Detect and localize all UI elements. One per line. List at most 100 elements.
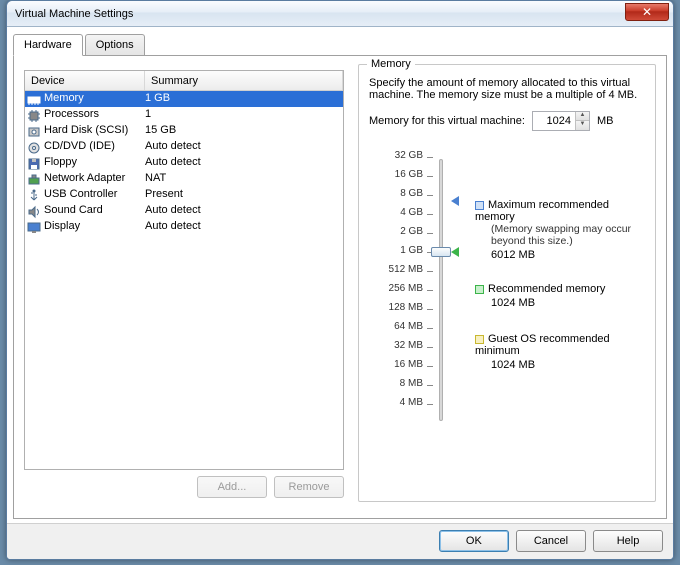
memory-input[interactable]: [533, 112, 573, 130]
remove-button[interactable]: Remove: [274, 476, 344, 498]
slider-tick-mark: [427, 328, 433, 329]
slider-tick-mark: [427, 385, 433, 386]
device-list[interactable]: Device Summary Memory1 GBProcessors1Hard…: [24, 70, 344, 470]
ok-button-label: OK: [466, 535, 482, 547]
add-button-label: Add...: [218, 481, 247, 493]
slider-tick-label: 16 GB: [369, 169, 423, 180]
cancel-button[interactable]: Cancel: [516, 530, 586, 552]
slider-tick-label: 2 GB: [369, 226, 423, 237]
device-button-row: Add... Remove: [24, 476, 344, 498]
memory-description: Specify the amount of memory allocated t…: [369, 77, 645, 101]
device-summary: 15 GB: [145, 123, 341, 139]
legend-max: Maximum recommended memory (Memory swapp…: [475, 199, 645, 261]
device-row[interactable]: Memory1 GB: [25, 91, 343, 107]
legend-rec-label: Recommended memory: [488, 283, 605, 295]
legend-guest-value: 1024 MB: [491, 359, 645, 371]
device-row[interactable]: FloppyAuto detect: [25, 155, 343, 171]
spinner-buttons: ▲ ▼: [575, 112, 589, 130]
legend-guest: Guest OS recommended minimum 1024 MB: [475, 333, 645, 371]
slider-tick-label: 32 MB: [369, 340, 423, 351]
tab-options[interactable]: Options: [85, 34, 145, 56]
slider-tick-mark: [427, 195, 433, 196]
spinner-down[interactable]: ▼: [576, 121, 589, 130]
close-icon: ✕: [642, 5, 652, 19]
slider-tick-mark: [427, 309, 433, 310]
device-row[interactable]: USB ControllerPresent: [25, 187, 343, 203]
device-name: CD/DVD (IDE): [44, 139, 145, 155]
device-row[interactable]: Network AdapterNAT: [25, 171, 343, 187]
slider-tick-label: 16 MB: [369, 359, 423, 370]
slider-tick-mark: [427, 157, 433, 158]
device-list-header: Device Summary: [25, 71, 343, 91]
close-button[interactable]: ✕: [625, 3, 669, 21]
device-row[interactable]: CD/DVD (IDE)Auto detect: [25, 139, 343, 155]
swatch-max-icon: [475, 201, 484, 210]
cpu-icon: [27, 108, 41, 122]
device-name: Hard Disk (SCSI): [44, 123, 145, 139]
device-summary: Auto detect: [145, 219, 341, 235]
memory-spinner[interactable]: ▲ ▼: [532, 111, 590, 131]
usb-icon: [27, 188, 41, 202]
legend-rec: Recommended memory 1024 MB: [475, 283, 645, 309]
slider-tick-mark: [427, 271, 433, 272]
spinner-up[interactable]: ▲: [576, 112, 589, 121]
device-summary: NAT: [145, 171, 341, 187]
device-summary: Auto detect: [145, 139, 341, 155]
device-summary: 1: [145, 107, 341, 123]
slider-tick-mark: [427, 347, 433, 348]
ok-button[interactable]: OK: [439, 530, 509, 552]
memory-group-label: Memory: [367, 58, 415, 70]
memory-slider-area: 32 GB16 GB8 GB4 GB2 GB1 GB512 MB256 MB12…: [369, 155, 649, 425]
memory-icon: [27, 92, 41, 106]
memory-field-row: Memory for this virtual machine: ▲ ▼ MB: [369, 111, 645, 131]
window-title: Virtual Machine Settings: [15, 8, 133, 20]
device-pane: Device Summary Memory1 GBProcessors1Hard…: [24, 70, 344, 510]
device-summary: Present: [145, 187, 341, 203]
nic-icon: [27, 172, 41, 186]
memory-slider-thumb[interactable]: [431, 247, 451, 257]
slider-tick-mark: [427, 404, 433, 405]
hdd-icon: [27, 124, 41, 138]
add-button[interactable]: Add...: [197, 476, 267, 498]
settings-window: Virtual Machine Settings ✕ Hardware Opti…: [6, 0, 674, 560]
tab-strip: Hardware Options: [13, 33, 667, 55]
device-row[interactable]: Hard Disk (SCSI)15 GB: [25, 123, 343, 139]
dialog-button-bar: OK Cancel Help: [7, 523, 673, 559]
device-row[interactable]: DisplayAuto detect: [25, 219, 343, 235]
tab-panel-hardware: Device Summary Memory1 GBProcessors1Hard…: [13, 55, 667, 519]
slider-tick-label: 8 GB: [369, 188, 423, 199]
slider-tick-mark: [427, 290, 433, 291]
legend-rec-value: 1024 MB: [491, 297, 645, 309]
slider-tick-label: 1 GB: [369, 245, 423, 256]
device-row[interactable]: Processors1: [25, 107, 343, 123]
help-button-label: Help: [617, 535, 640, 547]
slider-tick-label: 4 GB: [369, 207, 423, 218]
slider-tick-mark: [427, 233, 433, 234]
column-header-summary[interactable]: Summary: [145, 71, 343, 90]
device-summary: 1 GB: [145, 91, 341, 107]
slider-tick-label: 512 MB: [369, 264, 423, 275]
tab-hardware-label: Hardware: [24, 39, 72, 51]
memory-unit: MB: [597, 115, 614, 127]
cancel-button-label: Cancel: [534, 535, 568, 547]
floppy-icon: [27, 156, 41, 170]
slider-tick-label: 128 MB: [369, 302, 423, 313]
slider-tick-label: 256 MB: [369, 283, 423, 294]
slider-tick-label: 64 MB: [369, 321, 423, 332]
legend-max-value: 6012 MB: [491, 249, 645, 261]
slider-tick-label: 32 GB: [369, 150, 423, 161]
slider-tick-mark: [427, 176, 433, 177]
tab-hardware[interactable]: Hardware: [13, 34, 83, 56]
help-button[interactable]: Help: [593, 530, 663, 552]
column-header-device[interactable]: Device: [25, 71, 145, 90]
titlebar[interactable]: Virtual Machine Settings ✕: [7, 1, 673, 27]
device-summary: Auto detect: [145, 203, 341, 219]
memory-slider-track[interactable]: [439, 159, 443, 421]
device-row[interactable]: Sound CardAuto detect: [25, 203, 343, 219]
memory-field-label: Memory for this virtual machine:: [369, 115, 525, 127]
legend-guest-label: Guest OS recommended minimum: [475, 333, 610, 357]
slider-tick-mark: [427, 214, 433, 215]
device-name: Memory: [44, 91, 145, 107]
slider-tick-label: 8 MB: [369, 378, 423, 389]
device-name: Network Adapter: [44, 171, 145, 187]
